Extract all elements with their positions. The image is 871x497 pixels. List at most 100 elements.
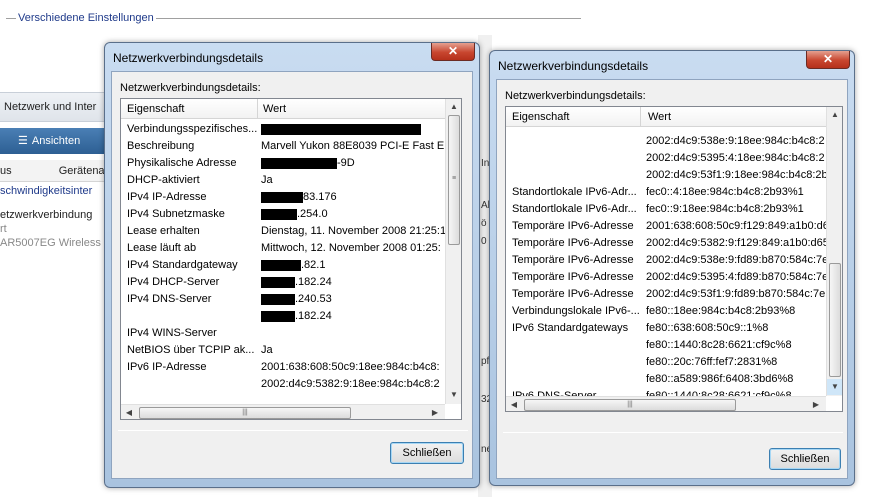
list-item[interactable]: IPv4 DNS-Server .240.53 — [121, 291, 441, 308]
list-item[interactable]: IPv6 Standardgateways fe80::638:608:50c9:… — [506, 320, 826, 337]
scroll-down-icon[interactable]: ▼ — [446, 387, 461, 403]
list-item[interactable]: 2002:d4c9:5382:9:18ee:984c:b4c8:2 — [121, 376, 441, 393]
list-item[interactable]: 2002:d4c9:538e:9:18ee:984c:b4c8:2 — [506, 133, 826, 150]
list-item[interactable]: 2002:d4c9:5395:4:18ee:984c:b4c8:2 — [506, 150, 826, 167]
column-header-value[interactable]: Wert — [263, 103, 286, 115]
list-item[interactable]: Standortlokale IPv6-Adr... fec0::9:18ee:9… — [506, 201, 826, 218]
list-item[interactable]: Verbindungslokale IPv6-... fe80::18ee:984… — [506, 303, 826, 320]
fragment-text: ö — [481, 218, 487, 229]
scroll-thumb[interactable]: ≡ — [448, 115, 460, 245]
property-value: Dienstag, 11. November 2008 21:25:1 — [261, 225, 446, 237]
list-item[interactable]: Temporäre IPv6-Adresse 2002:d4c9:5382:9:f… — [506, 235, 829, 252]
list-item[interactable]: IPv4 Subnetzmaske .254.0 — [121, 206, 441, 223]
vertical-scrollbar[interactable]: ▲ ≡ ▼ — [445, 99, 461, 404]
property-name: Standortlokale IPv6-Adr... — [512, 186, 637, 198]
list-item[interactable]: IPv4 WINS-Server — [121, 325, 441, 342]
redacted-block — [261, 208, 297, 220]
vertical-scrollbar[interactable]: ▲ ▼ — [826, 107, 842, 396]
value-text: fe80::a589:986f:6408:3bd6%8 — [646, 373, 794, 385]
list-item[interactable]: 2002:d4c9:53f1:9:18ee:984c:b4c8:2b — [506, 167, 828, 184]
property-name: Temporäre IPv6-Adresse — [512, 237, 634, 249]
close-icon[interactable]: ✕ — [806, 51, 850, 69]
list-item[interactable]: Physikalische Adresse -9D — [121, 155, 441, 172]
list-item[interactable]: fe80::1440:8c28:6621:cf9c%8 — [506, 337, 826, 354]
column-header-property[interactable]: Eigenschaft — [512, 111, 569, 123]
value-text: 2002:d4c9:5395:4:fd89:b870:584c:7e — [646, 271, 829, 283]
property-value: fec0::9:18ee:984c:b4c8:2b93%1 — [646, 203, 804, 215]
property-name: IPv6 IP-Adresse — [127, 361, 207, 373]
close-icon[interactable]: ✕ — [431, 43, 475, 61]
list-item-detail: rt — [0, 223, 7, 235]
group-label: Verschiedene Einstellungen — [16, 12, 156, 24]
list-item[interactable]: Verbindungsspezifisches... — [121, 121, 441, 138]
property-name: IPv4 WINS-Server — [127, 327, 217, 339]
details-label: Netzwerkverbindungsdetails: — [120, 82, 261, 94]
column-header-status[interactable]: us — [0, 165, 12, 177]
list-item[interactable]: NetBIOS über TCPIP ak... Ja — [121, 342, 441, 359]
close-button[interactable]: Schließen — [390, 442, 464, 464]
list-item[interactable]: IPv4 DHCP-Server .182.24 — [121, 274, 441, 291]
list-item[interactable]: Lease erhalten Dienstag, 11. November 200… — [121, 223, 446, 240]
list-item[interactable]: Temporäre IPv6-Adresse 2002:d4c9:53f1:9:f… — [506, 286, 826, 303]
property-name: Verbindungslokale IPv6-... — [512, 305, 640, 317]
scroll-thumb-horizontal[interactable]: ||| — [524, 399, 736, 411]
list-item[interactable]: IPv4 IP-Adresse 83.176 — [121, 189, 441, 206]
dialog-divider — [503, 432, 843, 433]
details-list[interactable]: Eigenschaft Wert 2002:d4c9:538e:9:18ee:9… — [505, 106, 843, 412]
property-value: fe80::1440:8c28:6621:cf9c%8 — [646, 339, 792, 351]
property-value: 2001:638:608:50c9:18ee:984c:b4c8: — [261, 361, 440, 373]
property-value: .254.0 — [261, 208, 328, 220]
redacted-block — [261, 123, 421, 135]
value-text: fe80::638:608:50c9::1%8 — [646, 322, 769, 334]
value-text: Ja — [261, 344, 273, 356]
list-item[interactable]: fe80::20c:76ff:fef7:2831%8 — [506, 354, 826, 371]
property-name: Temporäre IPv6-Adresse — [512, 288, 634, 300]
column-header-property[interactable]: Eigenschaft — [127, 103, 184, 115]
list-item[interactable]: Temporäre IPv6-Adresse 2001:638:608:50c9:… — [506, 218, 829, 235]
scroll-right-icon[interactable]: ▶ — [427, 405, 443, 419]
close-button[interactable]: Schließen — [769, 448, 841, 470]
horizontal-scrollbar[interactable]: ◀ ||| ▶ — [506, 396, 826, 411]
list-item[interactable]: IPv6 IP-Adresse 2001:638:608:50c9:18ee:98… — [121, 359, 441, 376]
value-text: 2002:d4c9:53f1:9:18ee:984c:b4c8:2b — [646, 169, 828, 181]
details-list[interactable]: Eigenschaft Wert Verbindungsspezifisches… — [120, 98, 462, 420]
property-value: .182.24 — [261, 310, 332, 322]
list-item[interactable]: Standortlokale IPv6-Adr... fec0::4:18ee:9… — [506, 184, 826, 201]
value-text: -9D — [337, 157, 355, 169]
property-value: Ja — [261, 344, 273, 356]
scroll-thumb-horizontal[interactable]: ||| — [139, 407, 351, 419]
network-details-dialog-left: Netzwerkverbindungsdetails ✕ Netzwerkver… — [104, 42, 480, 488]
scroll-thumb[interactable] — [829, 263, 841, 377]
list-item[interactable]: Beschreibung Marvell Yukon 88E8039 PCI-E … — [121, 138, 444, 155]
value-text: 2002:d4c9:5382:9:f129:849:a1b0:d65 — [646, 237, 829, 249]
fragment-text: 0 — [481, 236, 487, 247]
scroll-left-icon[interactable]: ◀ — [506, 397, 522, 411]
value-text: Dienstag, 11. November 2008 21:25:1 — [261, 225, 447, 237]
horizontal-scrollbar[interactable]: ◀ ||| ▶ — [121, 404, 445, 419]
list-item[interactable]: .182.24 — [121, 308, 441, 325]
property-value: 2002:d4c9:538e:9:fd89:b870:584c:7e — [646, 254, 828, 266]
list-item-speed[interactable]: schwindigkeitsinter — [0, 185, 92, 197]
value-text: 2002:d4c9:538e:9:fd89:b870:584c:7e — [646, 254, 829, 266]
column-header-value[interactable]: Wert — [648, 111, 671, 123]
property-value: 2002:d4c9:5395:4:18ee:984c:b4c8:2 — [646, 152, 825, 164]
scroll-right-icon[interactable]: ▶ — [808, 397, 824, 411]
list-item[interactable]: IPv4 Standardgateway .82.1 — [121, 257, 441, 274]
list-item[interactable]: Lease läuft ab Mittwoch, 12. November 200… — [121, 240, 441, 257]
scroll-up-icon[interactable]: ▲ — [446, 99, 461, 115]
list-item[interactable]: Temporäre IPv6-Adresse 2002:d4c9:538e:9:f… — [506, 252, 828, 269]
list-item[interactable]: Temporäre IPv6-Adresse 2002:d4c9:5395:4:f… — [506, 269, 829, 286]
dialog-title: Netzwerkverbindungsdetails — [113, 51, 264, 65]
dialog-title: Netzwerkverbindungsdetails — [498, 59, 649, 73]
column-header-device[interactable]: Gerätena — [59, 165, 105, 177]
list-item[interactable]: fe80::a589:986f:6408:3bd6%8 — [506, 371, 826, 388]
scroll-down-icon[interactable]: ▼ — [827, 379, 842, 395]
property-value: 2002:d4c9:538e:9:18ee:984c:b4c8:2 — [646, 135, 825, 147]
scroll-left-icon[interactable]: ◀ — [121, 405, 137, 419]
list-item[interactable]: DHCP-aktiviert Ja — [121, 172, 441, 189]
property-value: -9D — [261, 157, 355, 169]
scroll-up-icon[interactable]: ▲ — [827, 107, 842, 123]
property-name: IPv6 Standardgateways — [512, 322, 629, 334]
list-item-connection[interactable]: etzwerkverbindung — [0, 209, 92, 221]
dialog-divider — [118, 430, 468, 431]
